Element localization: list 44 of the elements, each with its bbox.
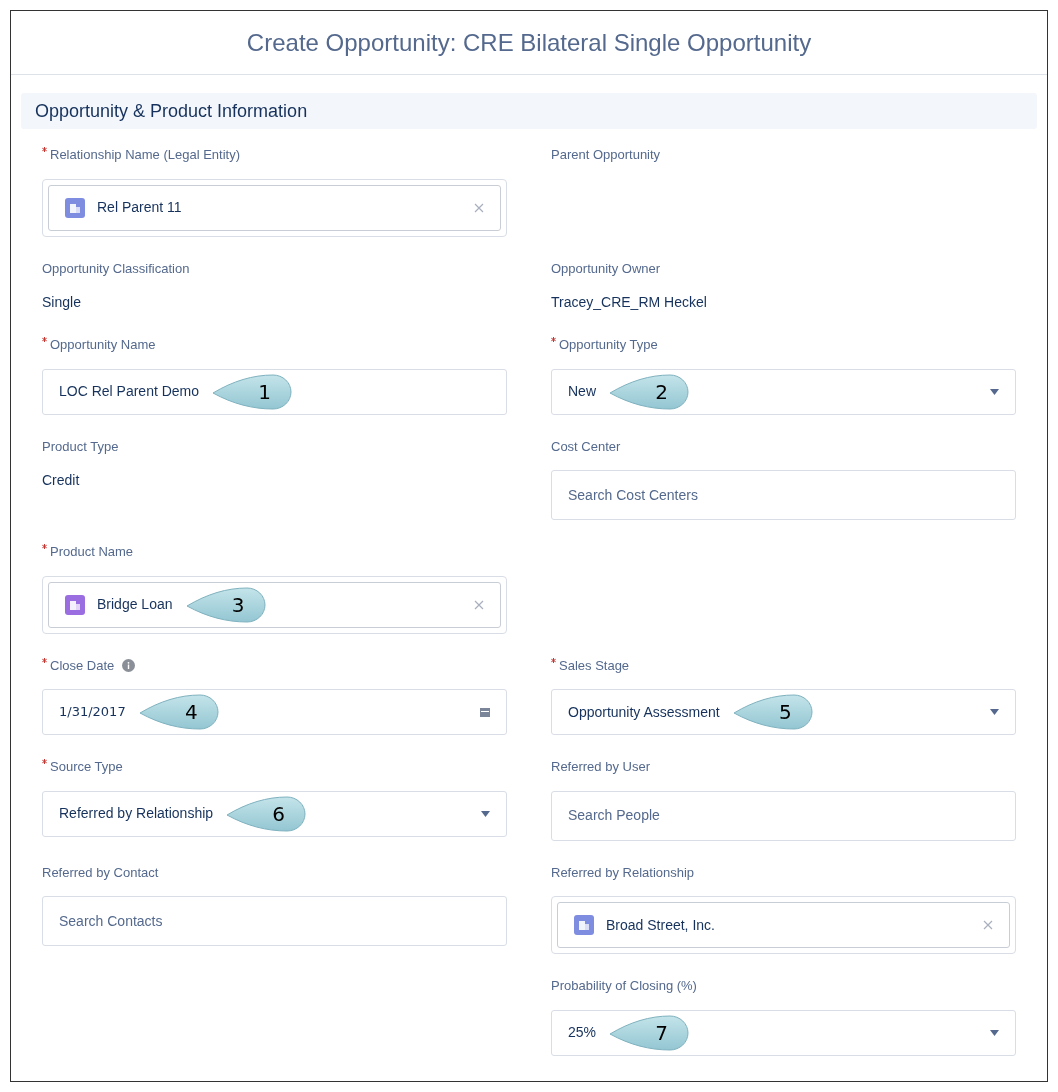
search-input-field[interactable]: Search Cost Centers <box>551 470 1016 520</box>
field-label: Sales Stage <box>559 656 630 675</box>
close-icon[interactable] <box>474 599 484 610</box>
field-label: Close Date <box>50 656 115 675</box>
field-value: Tracey_CRE_RM Heckel <box>551 293 708 312</box>
field-label: Referred by User <box>551 758 650 776</box>
field-label: Product Type <box>42 437 119 456</box>
picklist-field[interactable]: New 2 <box>551 368 1016 415</box>
dropdown-caret-icon <box>990 709 999 715</box>
field-value: Credit <box>42 471 81 490</box>
field-label: Opportunity Owner <box>551 259 661 278</box>
field-label: Referred by Relationship <box>551 863 695 882</box>
picklist-field[interactable]: Opportunity Assessment 5 <box>551 689 1016 735</box>
lookup-pill[interactable]: Rel Parent 11 <box>48 184 501 231</box>
picklist-field[interactable]: 25% 7 <box>551 1009 1016 1056</box>
field-label: Source Type <box>50 758 123 776</box>
search-input-field[interactable]: Search People <box>551 790 1016 841</box>
field-label: Product Name <box>50 543 134 561</box>
field-label: Referred by Contact <box>42 863 159 882</box>
field-label: Opportunity Name <box>50 336 156 354</box>
window-title: Create Opportunity: CRE Bilateral Single Opportunity <box>246 27 812 58</box>
field-label: Opportunity Classification <box>42 259 190 278</box>
picklist-field[interactable]: Referred by Relationship 6 <box>42 790 507 837</box>
text-input-field[interactable]: LOC Rel Parent Demo 1 <box>42 368 507 415</box>
section-title: Opportunity & Product Information <box>35 99 308 123</box>
dropdown-caret-icon <box>481 810 490 817</box>
callout-marker: 2 <box>608 371 692 412</box>
search-input-field[interactable]: Search Contacts <box>42 896 507 946</box>
dropdown-caret-icon <box>990 1029 999 1036</box>
field-label: Relationship Name (Legal Entity) <box>50 146 241 164</box>
field-value: Single <box>42 293 82 312</box>
callout-marker: 5 <box>731 692 816 732</box>
lookup-pill[interactable]: Bridge Loan 3 <box>48 581 501 628</box>
field-label: Probability of Closing (%) <box>551 977 697 995</box>
close-icon[interactable] <box>983 920 993 930</box>
calendar-icon <box>480 707 490 717</box>
field-label: Cost Center <box>551 437 621 456</box>
field-label: Parent Opportunity <box>551 146 661 164</box>
date-input-field[interactable]: 1/31/2017 4 <box>42 689 507 735</box>
lookup-pill[interactable]: Broad Street, Inc. <box>557 902 1010 948</box>
callout-marker: 4 <box>137 692 222 732</box>
field-label: Opportunity Type <box>559 336 658 354</box>
dropdown-caret-icon <box>990 388 999 395</box>
close-icon[interactable] <box>474 202 484 213</box>
